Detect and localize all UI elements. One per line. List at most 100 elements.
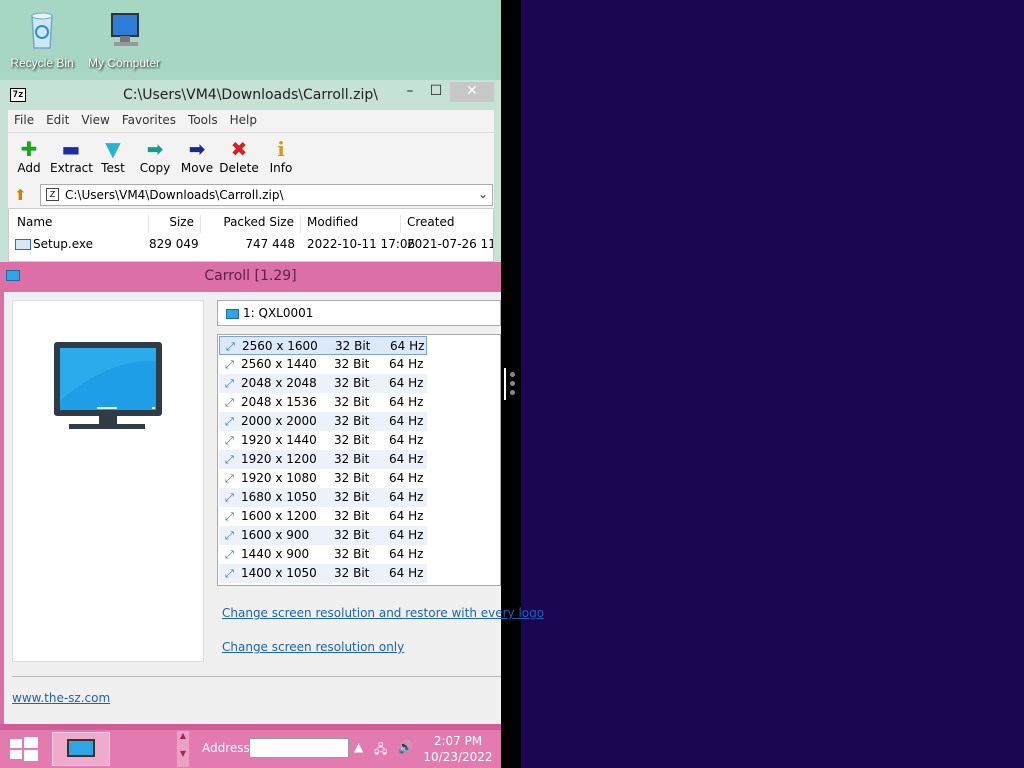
resize-arrow-icon: ⤢ <box>225 472 234 485</box>
file-size: 829 049 <box>149 237 199 251</box>
start-button[interactable] <box>10 737 38 761</box>
refresh-rate-value: 64 Hz <box>389 357 424 371</box>
resize-arrow-icon: ⤢ <box>226 340 235 353</box>
address-row: ⬆ Z C:\Users\VM4\Downloads\Carroll.zip\ … <box>8 182 494 208</box>
display-device-select[interactable]: 1: QXL0001 <box>217 300 501 326</box>
resolution-value: 1400 x 1050 <box>241 566 317 580</box>
list-item[interactable]: ⤢ 2048 x 2048 32 Bit 64 Hz <box>219 374 427 393</box>
menu-tools[interactable]: Tools <box>182 110 224 130</box>
carroll-window: Carroll [1.29] 1: QXL0001 ⤢ 2560 x 1600 … <box>0 262 544 732</box>
address-toolbar-input[interactable] <box>249 738 349 758</box>
resolution-value: 1600 x 900 <box>241 528 310 542</box>
extract-button[interactable]: ▬ Extract <box>50 137 93 175</box>
system-clock[interactable]: 2:07 PM 10/23/2022 <box>420 733 496 765</box>
website-link[interactable]: www.the-sz.com <box>12 691 110 705</box>
minimize-button[interactable]: – <box>400 82 420 102</box>
desktop-icon-recycle-bin[interactable]: Recycle Bin <box>0 8 84 70</box>
network-icon[interactable]: 🖧 <box>374 740 387 761</box>
resolution-list[interactable]: ⤢ 2560 x 1600 32 Bit 64 Hz ⤢ 2560 x 1440… <box>217 334 501 586</box>
column-size[interactable]: Size <box>149 215 201 233</box>
x-delete-icon: ✖ <box>230 137 248 161</box>
chevron-up-icon[interactable]: ▲ <box>354 740 363 754</box>
change-resolution-only-link[interactable]: Change screen resolution only <box>222 640 404 654</box>
copy-button[interactable]: ➡ Copy <box>134 137 176 175</box>
list-item[interactable]: ⤢ 1920 x 1440 32 Bit 64 Hz <box>219 431 427 450</box>
bit-depth-value: 32 Bit <box>334 376 370 390</box>
resolution-value: 2048 x 1536 <box>241 395 317 409</box>
close-button[interactable]: ✕ <box>450 82 494 102</box>
plus-icon: ✚ <box>20 137 38 161</box>
refresh-rate-value: 64 Hz <box>389 452 424 466</box>
list-item[interactable]: ⤢ 1600 x 1200 32 Bit 64 Hz <box>219 507 427 526</box>
menu-edit[interactable]: Edit <box>40 110 75 130</box>
info-button[interactable]: i Info <box>260 137 302 175</box>
file-name: Setup.exe <box>33 237 94 251</box>
refresh-rate-value: 64 Hz <box>389 509 424 523</box>
change-resolution-restore-link[interactable]: Change screen resolution and restore wit… <box>222 606 544 620</box>
recycle-bin-icon <box>20 8 64 52</box>
list-item[interactable]: ⤢ 1600 x 900 32 Bit 64 Hz <box>219 526 427 545</box>
column-created[interactable]: Created <box>401 215 493 233</box>
menu-view[interactable]: View <box>75 110 115 130</box>
list-item[interactable]: ⤢ 1680 x 1050 32 Bit 64 Hz <box>219 488 427 507</box>
table-row[interactable]: Setup.exe 829 049 747 448 2022-10-11 17:… <box>9 233 493 255</box>
taskbar-app-carroll[interactable] <box>52 732 110 766</box>
taskbar: ▲ ▼ Address ▲ 🖧 🔊 2:07 PM 10/23/2022 <box>0 724 501 768</box>
resolution-value: 1920 x 1080 <box>241 471 317 485</box>
bit-depth-value: 32 Bit <box>334 547 370 561</box>
refresh-rate-value: 64 Hz <box>389 490 424 504</box>
list-item[interactable]: ⤢ 2560 x 1440 32 Bit 64 Hz <box>219 355 427 374</box>
list-item[interactable]: ⤢ 1440 x 900 32 Bit 64 Hz <box>219 545 427 564</box>
resolution-value: 2560 x 1600 <box>242 339 318 353</box>
menu-help[interactable]: Help <box>224 110 263 130</box>
column-packed-size[interactable]: Packed Size <box>201 215 301 233</box>
volume-icon[interactable]: 🔊 <box>398 740 413 754</box>
bit-depth-value: 32 Bit <box>335 339 371 353</box>
bit-depth-value: 32 Bit <box>334 471 370 485</box>
bit-depth-value: 32 Bit <box>334 490 370 504</box>
list-item[interactable]: ⤢ 2000 x 2000 32 Bit 64 Hz <box>219 412 427 431</box>
copy-label: Copy <box>139 161 171 175</box>
maximize-button[interactable]: ☐ <box>426 82 446 102</box>
list-item[interactable]: ⤢ 2560 x 1600 32 Bit 64 Hz <box>219 336 427 355</box>
resize-arrow-icon: ⤢ <box>225 548 234 561</box>
toolbar: ✚ Add ▬ Extract ▼ Test ➡ Copy ➡ Move ✖ D… <box>8 132 494 182</box>
refresh-rate-value: 64 Hz <box>389 566 424 580</box>
column-modified[interactable]: Modified <box>301 215 401 233</box>
test-label: Test <box>101 161 125 175</box>
file-created: 2021-07-26 11:08 <box>407 237 493 251</box>
delete-button[interactable]: ✖ Delete <box>218 137 260 175</box>
column-name[interactable]: Name <box>9 215 149 233</box>
test-button[interactable]: ▼ Test <box>92 137 134 175</box>
list-item[interactable]: ⤢ 2048 x 1536 32 Bit 64 Hz <box>219 393 427 412</box>
address-combobox[interactable]: Z C:\Users\VM4\Downloads\Carroll.zip\ ⌄ <box>40 184 493 206</box>
list-item[interactable]: ⤢ 1400 x 1050 32 Bit 64 Hz <box>219 564 427 583</box>
menu-favorites[interactable]: Favorites <box>116 110 182 130</box>
info-icon: i <box>277 137 285 161</box>
add-button[interactable]: ✚ Add <box>8 137 50 175</box>
info-label: Info <box>269 161 293 175</box>
resolution-value: 1600 x 1200 <box>241 509 317 523</box>
bit-depth-value: 32 Bit <box>334 566 370 580</box>
desktop-icon-my-computer[interactable]: My Computer <box>82 8 166 70</box>
carroll-titlebar[interactable]: Carroll [1.29] <box>0 262 501 292</box>
resolution-value: 2000 x 2000 <box>241 414 317 428</box>
split-divider-grip[interactable] <box>504 368 518 400</box>
secondary-desktop-area <box>521 0 1024 768</box>
chevron-down-icon[interactable]: ⌄ <box>478 187 488 201</box>
divider <box>12 676 501 677</box>
move-button[interactable]: ➡ Move <box>176 137 218 175</box>
taskbar-scroll-control[interactable]: ▲ ▼ <box>176 730 190 768</box>
add-label: Add <box>17 161 41 175</box>
delete-label: Delete <box>219 161 259 175</box>
sevenzip-titlebar[interactable]: 7z C:\Users\VM4\Downloads\Carroll.zip\ –… <box>0 80 501 110</box>
refresh-rate-value: 64 Hz <box>389 395 424 409</box>
resolution-value: 2560 x 1440 <box>241 357 317 371</box>
resolution-value: 1440 x 900 <box>241 547 310 561</box>
list-item[interactable]: ⤢ 1920 x 1080 32 Bit 64 Hz <box>219 469 427 488</box>
address-path: C:\Users\VM4\Downloads\Carroll.zip\ <box>65 188 284 202</box>
folder-up-icon[interactable]: ⬆ <box>14 186 27 204</box>
list-item[interactable]: ⤢ 1920 x 1200 32 Bit 64 Hz <box>219 450 427 469</box>
file-list: Name Size Packed Size Modified Created S… <box>8 208 494 262</box>
menu-file[interactable]: File <box>8 110 40 130</box>
